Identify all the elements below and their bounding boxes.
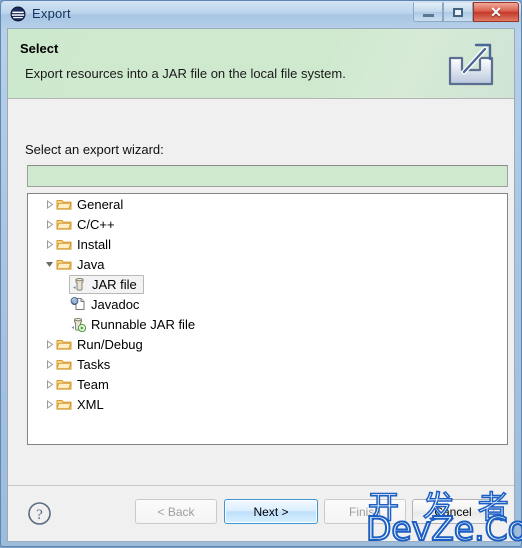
dialog-client-area: Select Export resources into a JAR file … — [7, 28, 515, 542]
tree-node[interactable]: General — [28, 194, 507, 214]
folder-icon — [56, 336, 72, 352]
export-wizard-tree[interactable]: General C/C++ Install Java JAR file @ Javadoc R… — [27, 193, 508, 445]
minimize-icon — [422, 14, 434, 17]
next-button-label: Next > — [253, 504, 289, 519]
export-icon — [440, 34, 502, 92]
banner-title: Select — [20, 41, 59, 56]
folder-icon — [56, 236, 72, 252]
tree-node[interactable]: Tasks — [28, 354, 507, 374]
eclipse-icon — [10, 6, 26, 22]
folder-icon — [56, 216, 72, 232]
tree-node-selection: JAR file — [69, 274, 144, 294]
svg-text:@: @ — [72, 299, 78, 305]
export-wizard-window: Export ✕ Select Export resources into a … — [0, 0, 522, 547]
tree-node-label: General — [77, 196, 124, 212]
tree-node[interactable]: JAR file — [28, 274, 507, 294]
chevron-down-icon[interactable] — [42, 257, 56, 271]
back-button[interactable]: < Back — [135, 499, 217, 524]
chevron-right-icon[interactable] — [42, 217, 56, 231]
tree-node[interactable]: Install — [28, 234, 507, 254]
tree-node-label: Run/Debug — [77, 336, 143, 352]
banner-description: Export resources into a JAR file on the … — [25, 66, 346, 81]
folder-icon — [56, 196, 72, 212]
cancel-button[interactable]: Cancel — [412, 499, 494, 524]
folder-icon — [56, 396, 72, 412]
runnable-jar-icon — [70, 316, 87, 333]
window-title: Export — [32, 6, 71, 21]
tree-node[interactable]: Team — [28, 374, 507, 394]
tree-node-label: JAR file — [92, 276, 137, 292]
chevron-right-icon[interactable] — [42, 337, 56, 351]
title-bar[interactable]: Export ✕ — [1, 1, 521, 28]
tree-node-label: Java — [77, 256, 105, 272]
chevron-right-icon[interactable] — [42, 237, 56, 251]
javadoc-icon: @ — [70, 296, 86, 312]
tree-node-label: Runnable JAR file — [91, 316, 196, 332]
dialog-button-bar: ? < Back Next > Finish Cancel — [8, 485, 514, 541]
jar-file-icon — [71, 276, 87, 292]
finish-button[interactable]: Finish — [324, 499, 406, 524]
minimize-button[interactable] — [413, 2, 443, 22]
tree-node-label: XML — [77, 396, 104, 412]
tree-node[interactable]: XML — [28, 394, 507, 414]
tree-node-label: C/C++ — [77, 216, 115, 232]
close-icon: ✕ — [490, 4, 502, 20]
tree-node[interactable]: @ Javadoc — [28, 294, 507, 314]
folder-icon — [56, 376, 72, 392]
tree-node[interactable]: Java — [28, 254, 507, 274]
wizard-filter-input[interactable] — [27, 165, 508, 187]
chevron-right-icon[interactable] — [42, 377, 56, 391]
select-wizard-label: Select an export wizard: — [25, 142, 164, 157]
maximize-icon — [453, 7, 463, 17]
maximize-button[interactable] — [443, 2, 473, 22]
cancel-button-label: Cancel — [434, 504, 472, 519]
tree-node-label: Install — [77, 236, 111, 252]
svg-text:?: ? — [36, 507, 43, 523]
tree-node-label: Tasks — [77, 356, 111, 372]
folder-icon — [56, 356, 72, 372]
tree-node-label: Team — [77, 376, 109, 392]
back-button-label: < Back — [157, 504, 195, 519]
tree-node[interactable]: Runnable JAR file — [28, 314, 507, 334]
help-icon[interactable]: ? — [27, 501, 52, 526]
tree-node-label: Javadoc — [91, 296, 140, 312]
folder-icon — [56, 256, 72, 272]
chevron-right-icon[interactable] — [42, 197, 56, 211]
chevron-right-icon[interactable] — [42, 357, 56, 371]
tree-node[interactable]: C/C++ — [28, 214, 507, 234]
finish-button-label: Finish — [348, 504, 381, 519]
tree-node[interactable]: Run/Debug — [28, 334, 507, 354]
wizard-banner: Select Export resources into a JAR file … — [8, 29, 514, 99]
close-button[interactable]: ✕ — [473, 2, 519, 22]
chevron-right-icon[interactable] — [42, 397, 56, 411]
next-button[interactable]: Next > — [224, 499, 318, 524]
